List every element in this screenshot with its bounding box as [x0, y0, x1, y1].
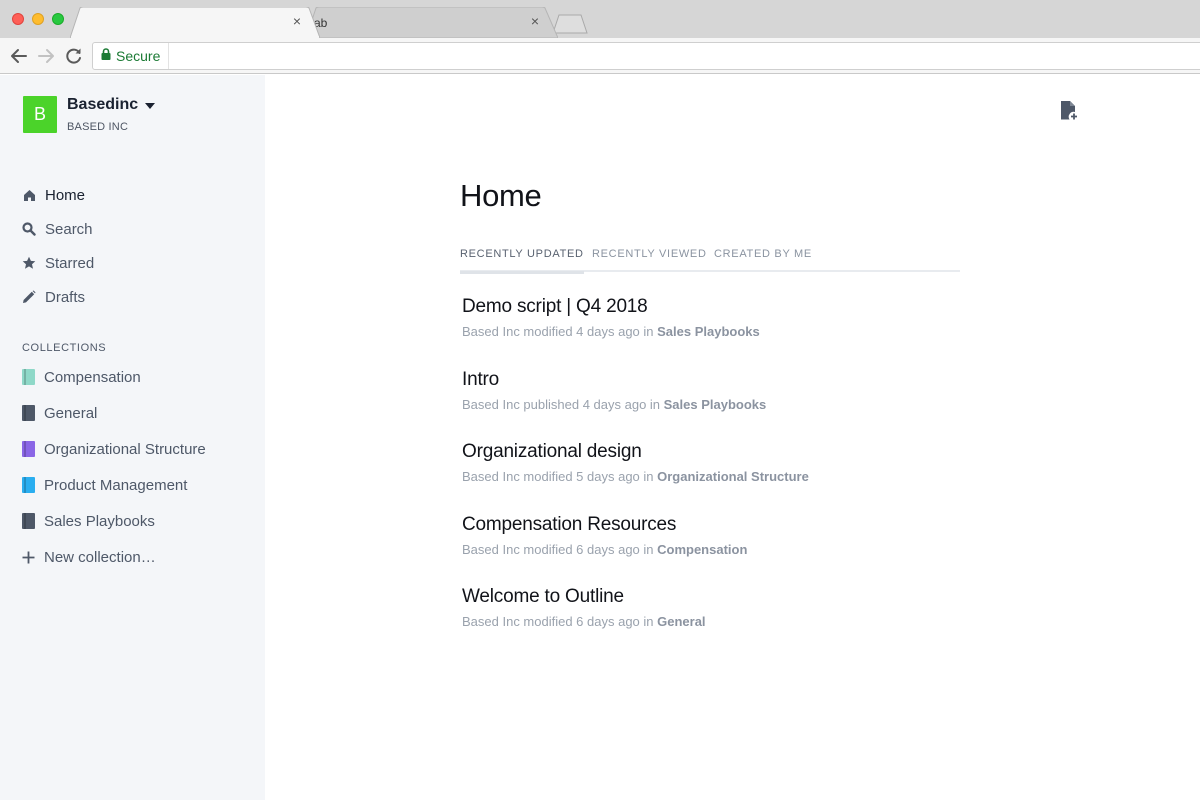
document-item[interactable]: Compensation Resources Based Inc modifie…: [462, 514, 962, 587]
sidebar: B Basedinc BASED INC Home Search Starred…: [0, 75, 265, 800]
new-document-icon[interactable]: [1060, 100, 1080, 122]
browser-tab-inactive[interactable]: ab ×: [306, 7, 558, 38]
collections-list: Compensation General Organizational Stru…: [22, 359, 206, 575]
tab-recently-viewed[interactable]: RECENTLY VIEWED: [592, 248, 707, 272]
sidebar-item-compensation[interactable]: Compensation: [22, 359, 206, 395]
plus-icon: [22, 549, 35, 565]
document-item[interactable]: Demo script | Q4 2018 Based Inc modified…: [462, 296, 962, 369]
sidebar-item-label: Starred: [45, 254, 95, 272]
star-icon: [22, 256, 36, 270]
document-tabs: RECENTLY UPDATED RECENTLY VIEWED CREATED…: [460, 246, 960, 274]
sidebar-item-product-management[interactable]: Product Management: [22, 467, 206, 503]
secure-label: Secure: [116, 48, 161, 64]
document-collection-link[interactable]: General: [657, 614, 705, 629]
search-icon: [22, 222, 36, 236]
document-title[interactable]: Demo script | Q4 2018: [462, 296, 962, 322]
team-logo: B: [23, 96, 57, 133]
sidebar-item-starred[interactable]: Starred: [22, 246, 94, 280]
sidebar-item-drafts[interactable]: Drafts: [22, 280, 94, 314]
secure-indicator[interactable]: Secure: [93, 43, 170, 69]
zoom-window-button[interactable]: [52, 13, 64, 25]
document-collection-link[interactable]: Sales Playbooks: [657, 324, 760, 339]
forward-arrow-icon[interactable]: [36, 46, 56, 66]
collection-book-icon: [22, 405, 35, 421]
collections-heading: COLLECTIONS: [22, 342, 107, 354]
document-title[interactable]: Organizational design: [462, 441, 962, 467]
document-title[interactable]: Intro: [462, 369, 962, 395]
document-meta-text: Based Inc published 4 days ago in: [462, 396, 664, 412]
document-title[interactable]: Welcome to Outline: [462, 586, 962, 612]
pencil-icon: [22, 290, 36, 304]
document-meta: Based Inc modified 6 days ago in Compens…: [462, 542, 962, 557]
tab-recently-updated[interactable]: RECENTLY UPDATED: [460, 248, 584, 274]
document-meta-text: Based Inc modified 4 days ago in: [462, 324, 658, 339]
document-title[interactable]: Compensation Resources: [462, 514, 962, 540]
tab-close-icon[interactable]: ×: [528, 14, 542, 28]
sidebar-item-organizational-structure[interactable]: Organizational Structure: [22, 431, 206, 467]
tab-created-by-me[interactable]: CREATED BY ME: [714, 248, 812, 272]
document-meta-text: Based Inc modified 6 days ago in: [462, 614, 658, 629]
document-meta: Based Inc published 4 days ago in Sales …: [462, 397, 962, 412]
home-icon: [22, 188, 36, 202]
sidebar-nav: Home Search Starred Drafts: [22, 178, 94, 314]
collection-label: General: [44, 404, 98, 422]
sidebar-item-label: Search: [45, 220, 93, 238]
team-subtitle: BASED INC: [67, 121, 129, 133]
document-collection-link[interactable]: Compensation: [657, 542, 747, 557]
sidebar-item-search[interactable]: Search: [22, 212, 94, 246]
collection-label: Sales Playbooks: [44, 512, 155, 530]
new-collection-label: New collection…: [44, 548, 156, 566]
collection-book-icon: [22, 513, 35, 529]
sidebar-item-label: Home: [45, 186, 86, 204]
team-name-row[interactable]: Basedinc: [67, 96, 156, 114]
document-collection-link[interactable]: Organizational Structure: [657, 469, 809, 484]
collection-label: Product Management: [44, 476, 188, 494]
sidebar-item-sales-playbooks[interactable]: Sales Playbooks: [22, 503, 206, 539]
tab-shape: [306, 7, 558, 38]
reload-icon[interactable]: [64, 46, 84, 66]
back-arrow-icon[interactable]: [9, 46, 29, 66]
collection-book-icon: [22, 441, 35, 457]
minimize-window-button[interactable]: [32, 13, 44, 25]
team-switcher[interactable]: B Basedinc BASED INC: [23, 96, 156, 133]
document-meta: Based Inc modified 5 days ago in Organiz…: [462, 469, 962, 484]
document-meta-text: Based Inc modified 6 days ago in: [462, 541, 658, 557]
browser-tab-bar: ab × ×: [0, 0, 1200, 38]
document-item[interactable]: Organizational design Based Inc modified…: [462, 441, 962, 514]
page-title: Home: [460, 178, 542, 213]
tab-shape: [70, 7, 320, 38]
document-meta: Based Inc modified 4 days ago in Sales P…: [462, 324, 962, 339]
sidebar-item-label: Drafts: [45, 288, 86, 306]
close-window-button[interactable]: [12, 13, 24, 25]
caret-down-icon: [145, 102, 156, 109]
document-list: Demo script | Q4 2018 Based Inc modified…: [462, 296, 962, 659]
new-collection-button[interactable]: New collection…: [22, 539, 206, 575]
browser-toolbar: Secure: [0, 38, 1200, 74]
collection-label: Compensation: [44, 368, 141, 386]
document-item[interactable]: Intro Based Inc published 4 days ago in …: [462, 369, 962, 442]
tab-close-icon[interactable]: ×: [290, 14, 304, 28]
sidebar-item-home[interactable]: Home: [22, 178, 94, 212]
collection-label: Organizational Structure: [44, 440, 206, 458]
document-collection-link[interactable]: Sales Playbooks: [664, 397, 767, 412]
document-meta: Based Inc modified 6 days ago in General: [462, 614, 962, 629]
address-bar[interactable]: Secure: [92, 42, 1200, 70]
document-meta-text: Based Inc modified 5 days ago in: [462, 469, 658, 484]
lock-icon: [101, 47, 111, 65]
document-item[interactable]: Welcome to Outline Based Inc modified 6 …: [462, 586, 962, 659]
team-name: Basedinc: [67, 96, 139, 113]
browser-tab-active[interactable]: ×: [70, 7, 320, 38]
collection-book-icon: [22, 477, 35, 493]
sidebar-item-general[interactable]: General: [22, 395, 206, 431]
collection-book-icon: [22, 369, 35, 385]
